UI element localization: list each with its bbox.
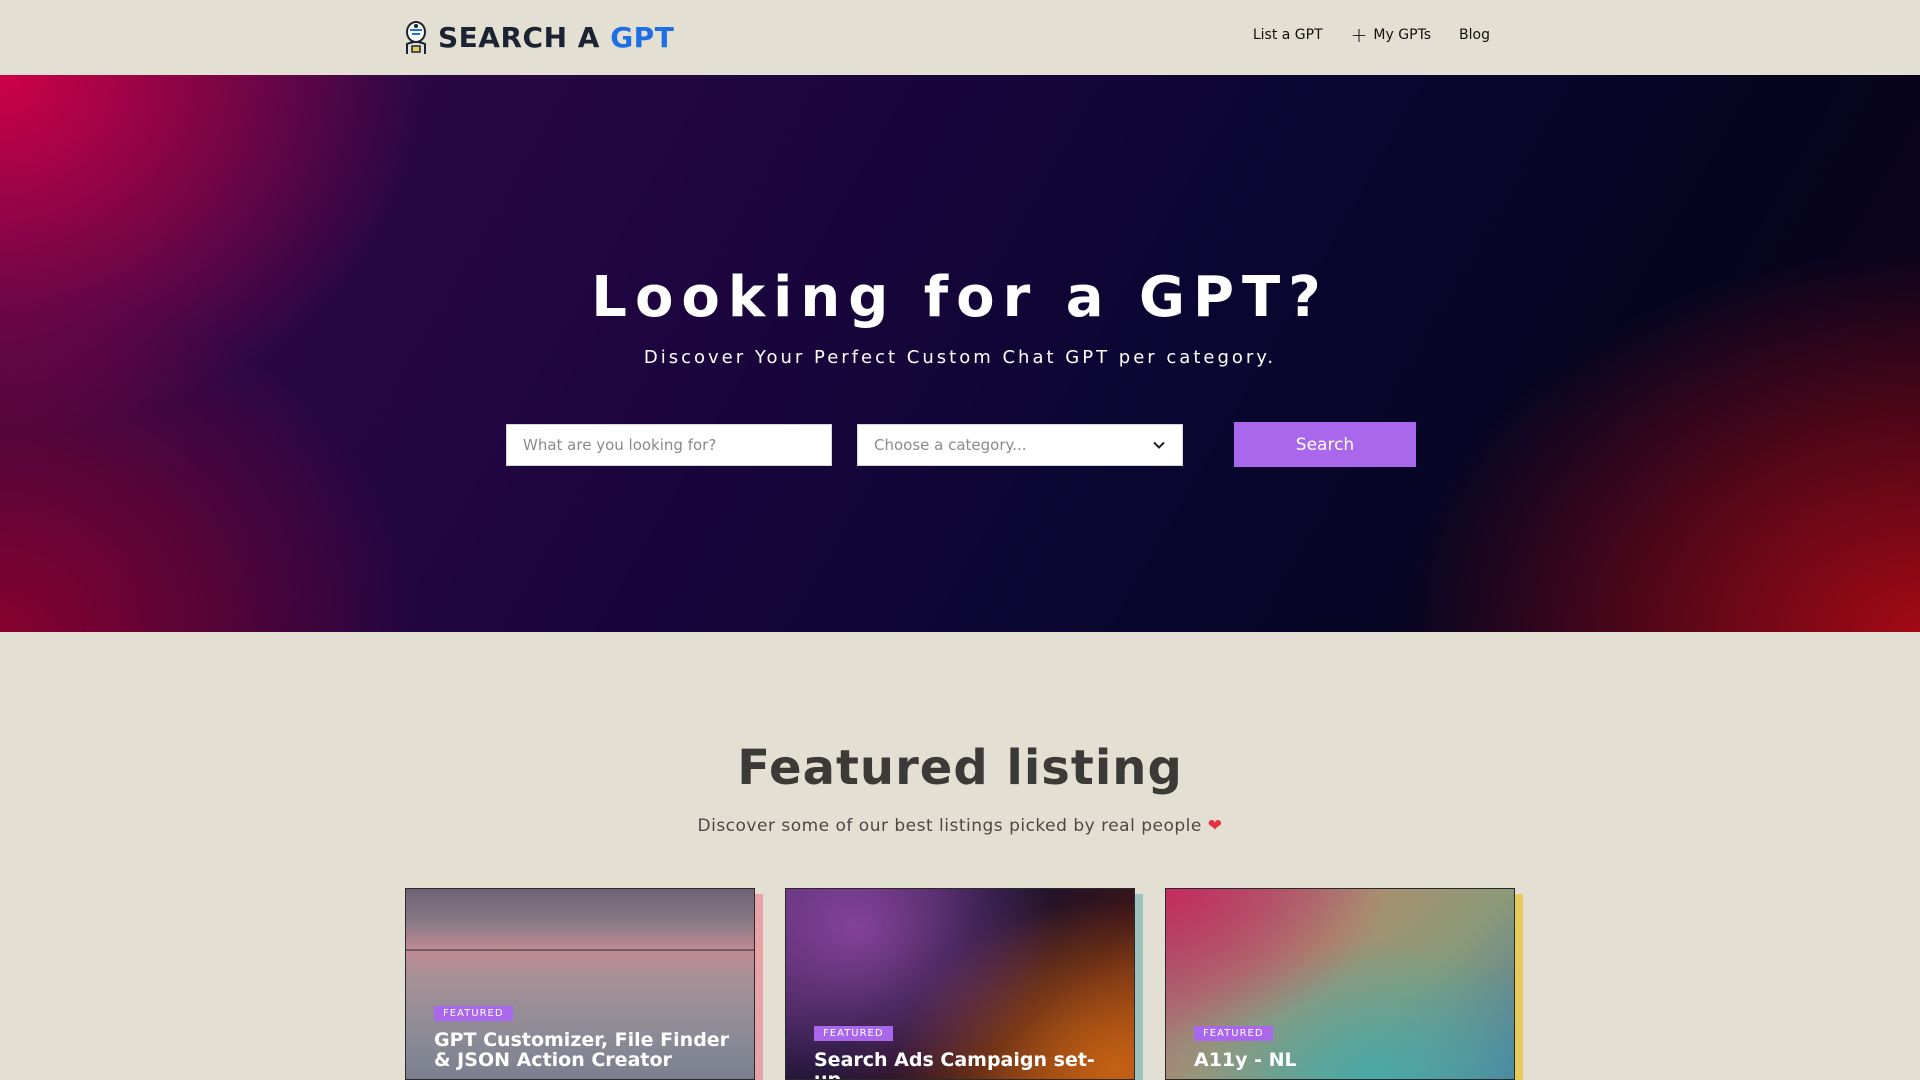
featured-badge: FEATURED [434, 1006, 513, 1021]
nav-list-a-gpt[interactable]: List a GPT [1253, 27, 1323, 43]
featured-badge: FEATURED [1194, 1026, 1273, 1041]
featured-card-2[interactable]: FEATURED Search Ads Campaign set-up [785, 888, 1135, 1080]
featured-subtitle-text: Discover some of our best listings picke… [697, 816, 1202, 836]
brand-name-main: SEARCH A [438, 20, 600, 54]
hero-section: Looking for a GPT? Discover Your Perfect… [0, 75, 1920, 632]
card-title: Search Ads Campaign set-up [814, 1049, 1095, 1080]
card-image-horizon [406, 949, 754, 951]
card-title: GPT Customizer, File Finder & JSON Actio… [434, 1029, 730, 1071]
robot-head-icon [406, 21, 426, 54]
card-title: A11y - NL [1194, 1049, 1297, 1071]
nav-blog-label: Blog [1459, 27, 1490, 43]
chevron-down-icon [1153, 441, 1165, 449]
nav-my-gpts-label: My GPTs [1373, 27, 1432, 43]
main-nav: List a GPT + My GPTs Blog [1253, 23, 1490, 47]
search-button[interactable]: Search [1234, 422, 1416, 467]
hero-subtitle: Discover Your Perfect Custom Chat GPT pe… [643, 347, 1277, 368]
plus-icon: + [1350, 23, 1368, 47]
featured-title: Featured listing [737, 740, 1183, 796]
nav-my-gpts[interactable]: + My GPTs [1350, 23, 1432, 47]
top-navbar: SEARCH A GPT List a GPT + My GPTs Blog [0, 0, 1920, 75]
brand-name-accent: GPT [610, 20, 675, 54]
featured-card-3[interactable]: FEATURED A11y - NL [1165, 888, 1515, 1080]
featured-badge: FEATURED [814, 1026, 893, 1041]
search-input[interactable] [506, 424, 832, 466]
category-select[interactable]: Choose a category... [857, 424, 1183, 466]
brand-name: SEARCH A GPT [438, 21, 674, 54]
brand-logo[interactable]: SEARCH A GPT [404, 20, 674, 54]
heart-icon: ❤ [1207, 816, 1223, 836]
featured-subtitle: Discover some of our best listings picke… [0, 816, 1920, 836]
category-select-placeholder: Choose a category... [874, 436, 1027, 454]
featured-card-1[interactable]: FEATURED GPT Customizer, File Finder & J… [405, 888, 755, 1080]
nav-blog[interactable]: Blog [1459, 27, 1490, 43]
hero-title: Looking for a GPT? [591, 265, 1329, 330]
nav-list-a-gpt-label: List a GPT [1252, 27, 1323, 43]
